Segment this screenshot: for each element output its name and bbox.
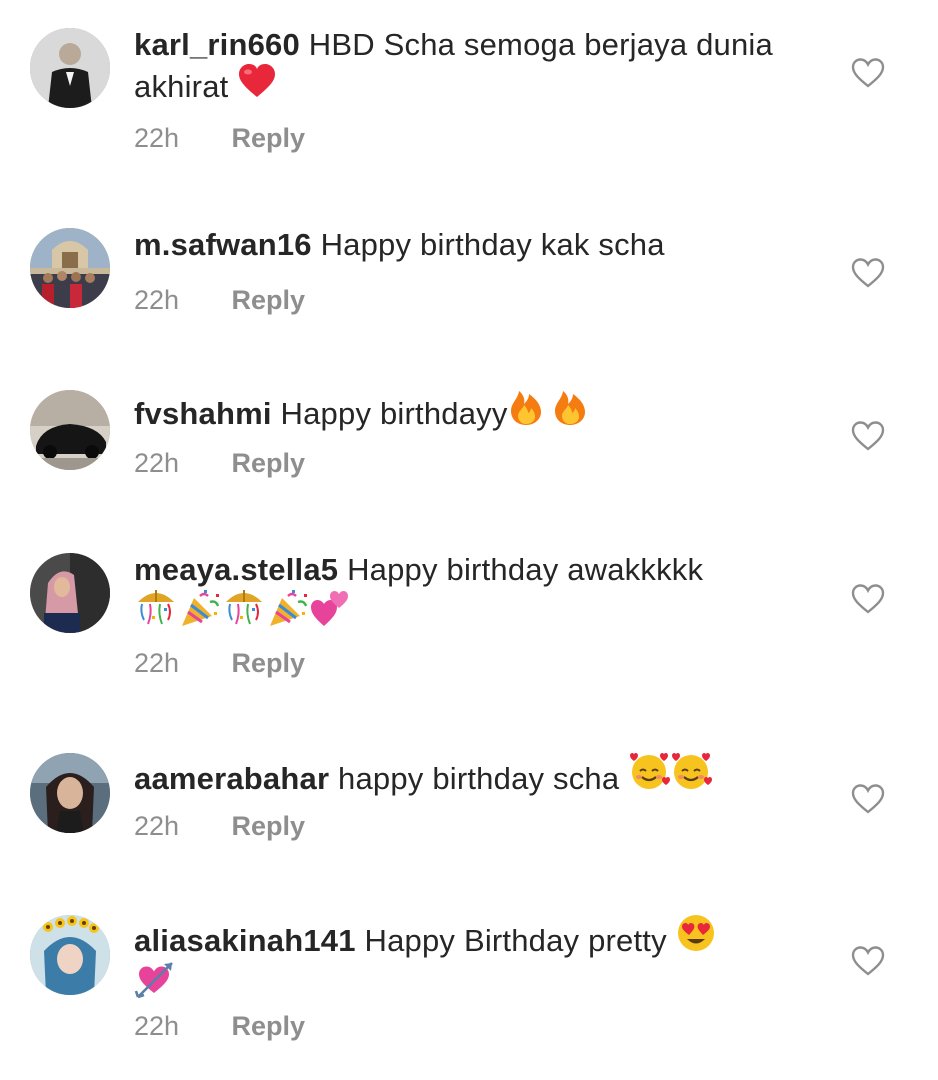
comment-username[interactable]: karl_rin660 (134, 27, 300, 62)
comment-timestamp: 22h (134, 448, 180, 478)
comment-meta: 22h Reply (134, 122, 305, 154)
comment-timestamp: 22h (134, 648, 180, 678)
smiling-face-with-hearts-emoji (628, 751, 671, 797)
reply-button[interactable]: Reply (232, 811, 306, 841)
comment-text: Happy birthday kak scha (320, 227, 665, 262)
avatar[interactable] (30, 553, 110, 633)
avatar-image (30, 753, 110, 833)
heart-outline-icon (851, 784, 885, 814)
comment-body: karl_rin660 HBD Scha semoga berjaya duni… (134, 26, 794, 105)
avatar-image (30, 390, 110, 470)
reply-button[interactable]: Reply (232, 448, 306, 478)
comment-text: Happy birthday awakkkkk (347, 552, 704, 587)
comment-body: aliasakinah141 Happy Birthday pretty (134, 913, 794, 1005)
avatar-image (30, 228, 110, 308)
comment-body: fvshahmi Happy birthdayy (134, 388, 794, 432)
comment-username[interactable]: fvshahmi (134, 396, 272, 431)
smiling-face-with-hearts-emoji (670, 751, 713, 797)
avatar[interactable] (30, 390, 110, 470)
confetti-ball-emoji (222, 588, 266, 634)
comment-username[interactable]: aliasakinah141 (134, 923, 356, 958)
comment-meta: 22h Reply (134, 447, 305, 479)
comment-body: aamerabahar happy birthday scha (134, 751, 794, 797)
comment-username[interactable]: aamerabahar (134, 761, 329, 796)
heart-outline-icon (851, 258, 885, 288)
reply-button[interactable]: Reply (232, 648, 306, 678)
red-heart-emoji (237, 63, 277, 105)
avatar[interactable] (30, 28, 110, 108)
comment-meta: 22h Reply (134, 1010, 305, 1042)
comment-meta: 22h Reply (134, 647, 305, 679)
heart-with-arrow-emoji (134, 959, 176, 1005)
fire-emoji (552, 388, 588, 432)
comment-timestamp: 22h (134, 285, 180, 315)
reply-button[interactable]: Reply (232, 285, 306, 315)
heart-outline-icon (851, 584, 885, 614)
comment-meta: 22h Reply (134, 810, 305, 842)
comment-body: m.safwan16 Happy birthday kak scha (134, 226, 794, 263)
two-hearts-emoji (310, 588, 350, 634)
comment-timestamp: 22h (134, 1011, 180, 1041)
heart-outline-icon (851, 946, 885, 976)
like-button[interactable] (851, 258, 885, 288)
comment-text: Happy Birthday pretty (364, 923, 667, 958)
avatar-image (30, 28, 110, 108)
comment-text: Happy birthdayy (280, 396, 508, 431)
comment-username[interactable]: meaya.stella5 (134, 552, 338, 587)
like-button[interactable] (851, 784, 885, 814)
avatar[interactable] (30, 915, 110, 995)
comment-timestamp: 22h (134, 811, 180, 841)
avatar-image (30, 915, 110, 995)
like-button[interactable] (851, 584, 885, 614)
comment-body: meaya.stella5 Happy birthday awakkkkk (134, 551, 794, 634)
heart-outline-icon (851, 58, 885, 88)
comment-meta: 22h Reply (134, 284, 305, 316)
party-popper-emoji (178, 588, 222, 634)
party-popper-emoji (266, 588, 310, 634)
avatar-image (30, 553, 110, 633)
confetti-ball-emoji (134, 588, 178, 634)
heart-eyes-emoji (676, 913, 716, 959)
comment-text: happy birthday scha (338, 761, 620, 796)
reply-button[interactable]: Reply (232, 1011, 306, 1041)
like-button[interactable] (851, 946, 885, 976)
avatar[interactable] (30, 753, 110, 833)
comment-timestamp: 22h (134, 123, 180, 153)
comment-username[interactable]: m.safwan16 (134, 227, 312, 262)
reply-button[interactable]: Reply (232, 123, 306, 153)
heart-outline-icon (851, 421, 885, 451)
avatar[interactable] (30, 228, 110, 308)
like-button[interactable] (851, 58, 885, 88)
fire-emoji (508, 388, 544, 432)
like-button[interactable] (851, 421, 885, 451)
